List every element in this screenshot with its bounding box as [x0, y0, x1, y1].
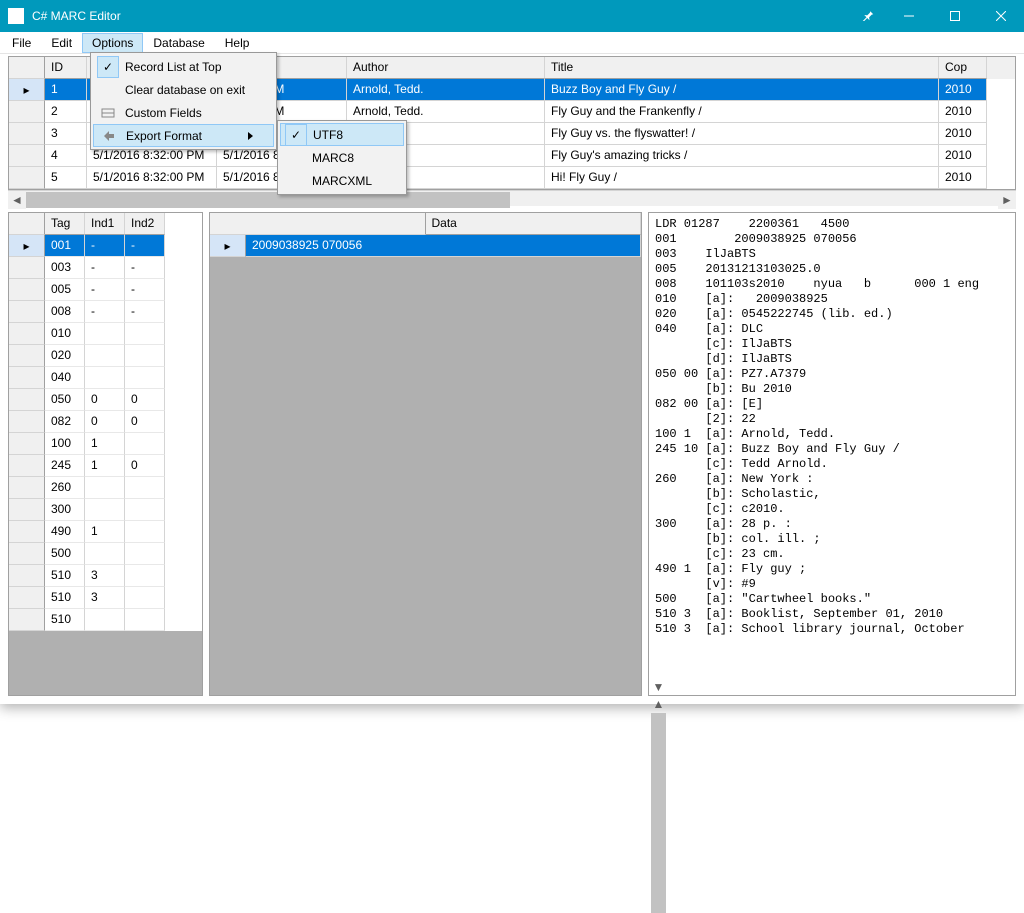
col-cop[interactable]: Cop: [939, 57, 987, 79]
maximize-button[interactable]: [932, 0, 978, 32]
pin-icon[interactable]: [850, 9, 886, 24]
field-row[interactable]: 05000: [9, 389, 202, 411]
custom-fields-icon: [101, 106, 115, 120]
field-row[interactable]: 020: [9, 345, 202, 367]
field-row[interactable]: 005--: [9, 279, 202, 301]
close-button[interactable]: [978, 0, 1024, 32]
subfields-grid[interactable]: Data ▸ 2009038925 070056: [209, 212, 642, 696]
menu-export-format[interactable]: Export Format: [93, 124, 274, 147]
col-data[interactable]: Data: [426, 213, 642, 235]
app-icon: [8, 8, 24, 24]
menu-options[interactable]: Options: [82, 33, 143, 53]
export-marc8[interactable]: MARC8: [280, 146, 404, 169]
row-indicator-icon: ▸: [23, 239, 29, 253]
col-ind1[interactable]: Ind1: [85, 213, 125, 235]
menubar: File Edit Options Database Help: [0, 32, 1024, 54]
col-tag[interactable]: Tag: [45, 213, 85, 235]
row-indicator-icon: ▸: [23, 83, 29, 97]
scroll-left-icon[interactable]: ◄: [8, 191, 26, 209]
menu-file[interactable]: File: [2, 33, 41, 53]
menu-help[interactable]: Help: [215, 33, 260, 53]
raw-marc-panel: LDR 01287 2200361 4500 001 2009038925 07…: [648, 212, 1016, 696]
menu-database[interactable]: Database: [143, 33, 214, 53]
window-title: C# MARC Editor: [32, 9, 850, 23]
menu-edit[interactable]: Edit: [41, 33, 82, 53]
export-icon: [102, 129, 116, 143]
app-window: C# MARC Editor File Edit Options Databas…: [0, 0, 1024, 704]
field-row[interactable]: 003--: [9, 257, 202, 279]
minimize-button[interactable]: [886, 0, 932, 32]
field-row[interactable]: 010: [9, 323, 202, 345]
field-row[interactable]: 5103: [9, 565, 202, 587]
records-hscroll[interactable]: ◄ ►: [8, 190, 1016, 206]
submenu-arrow-icon: [248, 132, 253, 140]
field-row[interactable]: 260: [9, 477, 202, 499]
scroll-thumb[interactable]: [651, 713, 666, 913]
check-icon: ✓: [285, 124, 307, 146]
scroll-down-icon[interactable]: ▼: [650, 678, 667, 695]
menu-custom-fields[interactable]: Custom Fields: [93, 101, 274, 124]
export-utf8[interactable]: ✓ UTF8: [280, 123, 404, 146]
field-row[interactable]: 1001: [9, 433, 202, 455]
col-id[interactable]: ID: [45, 57, 87, 79]
field-row[interactable]: 008--: [9, 301, 202, 323]
fields-grid[interactable]: Tag Ind1 Ind2 ▸001--003--005--008--01002…: [8, 212, 203, 696]
content-area: ID ged Author Title Cop ▸13:32:01 PMArno…: [0, 54, 1024, 704]
record-row[interactable]: 55/1/2016 8:32:00 PM5/1/2016 8Hi! Fly Gu…: [9, 167, 1015, 189]
scroll-right-icon[interactable]: ►: [998, 191, 1016, 209]
field-row[interactable]: 500: [9, 543, 202, 565]
field-row[interactable]: ▸001--: [9, 235, 202, 257]
raw-marc-text[interactable]: LDR 01287 2200361 4500 001 2009038925 07…: [649, 213, 1015, 695]
field-row[interactable]: 300: [9, 499, 202, 521]
field-row[interactable]: 040: [9, 367, 202, 389]
check-icon: ✓: [97, 56, 119, 78]
menu-record-list-top[interactable]: ✓ Record List at Top: [93, 55, 274, 78]
scroll-thumb[interactable]: [26, 192, 510, 208]
field-row[interactable]: 510: [9, 609, 202, 631]
field-row[interactable]: 5103: [9, 587, 202, 609]
options-menu: ✓ Record List at Top Clear database on e…: [90, 52, 277, 150]
menu-clear-db[interactable]: Clear database on exit: [93, 78, 274, 101]
subfield-row[interactable]: ▸ 2009038925 070056: [210, 235, 641, 257]
col-title[interactable]: Title: [545, 57, 939, 79]
col-author[interactable]: Author: [347, 57, 545, 79]
field-row[interactable]: 4901: [9, 521, 202, 543]
row-indicator-icon: ▸: [224, 239, 230, 253]
titlebar[interactable]: C# MARC Editor: [0, 0, 1024, 32]
field-row[interactable]: 08200: [9, 411, 202, 433]
field-row[interactable]: 24510: [9, 455, 202, 477]
col-ind2[interactable]: Ind2: [125, 213, 165, 235]
export-format-submenu: ✓ UTF8 MARC8 MARCXML: [277, 120, 407, 195]
export-marcxml[interactable]: MARCXML: [280, 169, 404, 192]
